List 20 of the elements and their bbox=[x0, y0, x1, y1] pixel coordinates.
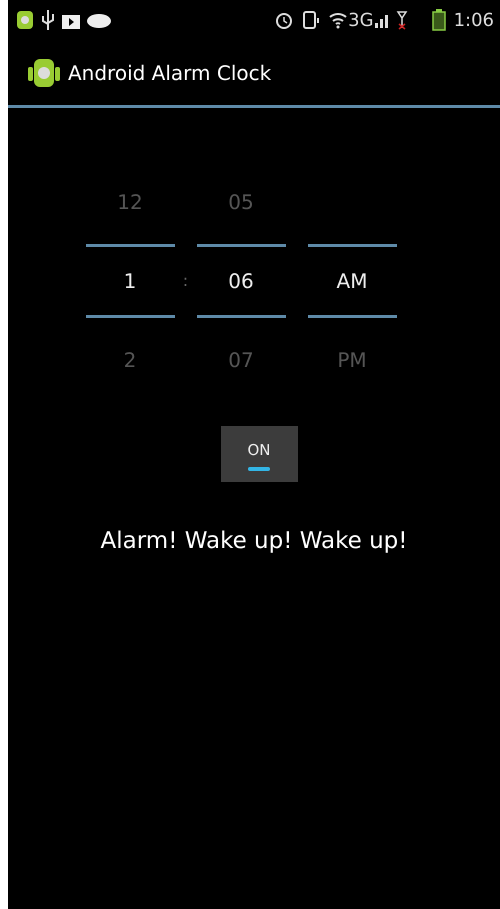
wifi-icon bbox=[328, 11, 348, 29]
period-value[interactable]: PM bbox=[337, 345, 367, 375]
app-title: Android Alarm Clock bbox=[68, 60, 272, 86]
usb-icon bbox=[40, 8, 56, 32]
clock-time: 1:06 bbox=[454, 8, 494, 32]
hour-value[interactable]: 1 bbox=[124, 266, 136, 296]
minute-value[interactable]: 07 bbox=[228, 345, 254, 375]
hour-value[interactable]: 12 bbox=[117, 187, 143, 217]
minute-value[interactable]: 06 bbox=[228, 266, 254, 296]
period-value[interactable]: AM bbox=[336, 266, 368, 296]
time-separator: : bbox=[182, 270, 188, 292]
antenna-icon bbox=[396, 10, 408, 30]
phone-icon bbox=[302, 10, 320, 30]
network-type: 3G bbox=[348, 8, 374, 32]
alarm-toggle[interactable]: ON bbox=[220, 426, 298, 482]
battery-icon bbox=[432, 9, 446, 31]
minute-value[interactable]: 05 bbox=[228, 187, 254, 217]
alarm-icon bbox=[274, 10, 294, 30]
hour-value[interactable]: 2 bbox=[124, 345, 136, 375]
alarm-message: Alarm! Wake up! Wake up! bbox=[100, 527, 408, 556]
